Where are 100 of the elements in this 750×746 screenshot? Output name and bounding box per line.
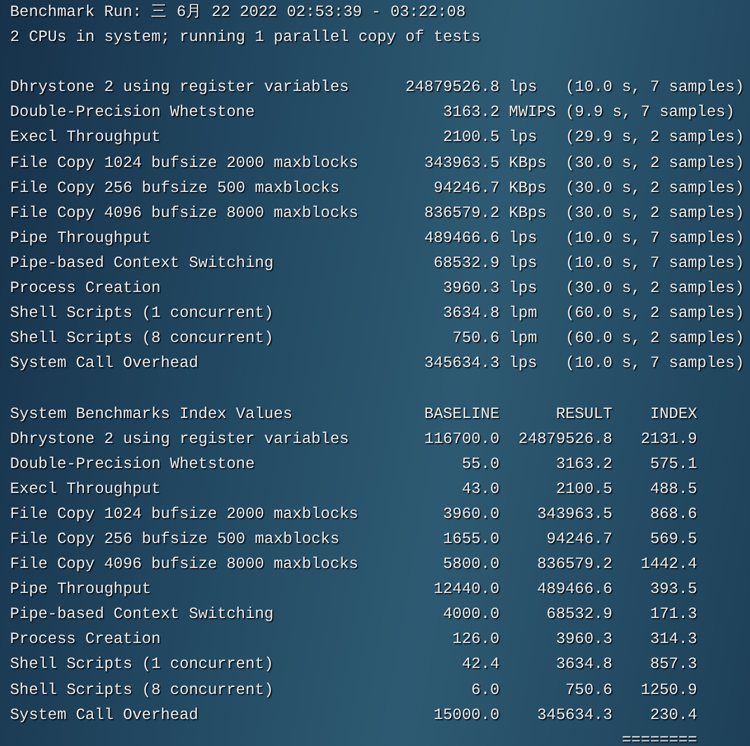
- test-name: Dhrystone 2 using register variables: [10, 77, 349, 98]
- result-value: 2100.5: [556, 478, 612, 500]
- baseline-value: 4000.0: [443, 604, 500, 626]
- unit-label: KBps: [508, 202, 547, 224]
- section-title: System Benchmarks Index Values: [10, 404, 292, 424]
- result-value: 343963.5: [537, 504, 612, 525]
- score-value: 94246.7: [434, 178, 500, 199]
- run-detail: (30.0 s, 2 samples): [565, 152, 744, 174]
- terminal-line: Benchmark Run: 三 6月 22 2022 02:53:39 - 03:22:08: [10, 2, 466, 23]
- result-value: 489466.6: [537, 579, 612, 600]
- run-detail: (60.0 s, 2 samples): [565, 303, 744, 324]
- run-detail: (30.0 s, 2 samples): [565, 278, 744, 300]
- baseline-value: 12440.0: [434, 579, 500, 600]
- result-value: 3163.2: [556, 454, 612, 475]
- test-name: File Copy 1024 bufsize 2000 maxblocks: [10, 504, 358, 525]
- index-value: 393.5: [650, 579, 698, 600]
- index-value: 569.5: [650, 528, 698, 550]
- baseline-value: 15000.0: [434, 704, 500, 726]
- test-name: File Copy 256 bufsize 500 maxblocks: [10, 528, 340, 550]
- run-detail: (10.0 s, 7 samples): [565, 77, 744, 98]
- terminal-line: 2 CPUs in system; running 1 parallel copy of tests: [10, 27, 481, 48]
- run-detail: (9.9 s, 7 samples): [565, 102, 735, 124]
- test-name: Pipe-based Context Switching: [10, 604, 274, 626]
- column-header: INDEX: [650, 404, 698, 424]
- index-value: 857.3: [650, 654, 698, 676]
- result-value: 94246.7: [546, 528, 612, 550]
- index-value: 314.3: [650, 629, 698, 650]
- baseline-value: 3960.0: [443, 504, 500, 525]
- test-name: Pipe-based Context Switching: [10, 252, 274, 274]
- test-name: File Copy 256 bufsize 500 maxblocks: [10, 178, 340, 199]
- unit-label: lps: [508, 127, 538, 148]
- unit-label: KBps: [508, 152, 547, 174]
- run-detail: (60.0 s, 2 samples): [565, 328, 744, 350]
- baseline-value: 42.4: [462, 654, 500, 676]
- test-name: Pipe Throughput: [10, 579, 152, 600]
- score-value: 68532.9: [434, 252, 500, 274]
- run-detail: (30.0 s, 2 samples): [565, 202, 744, 224]
- test-name: File Copy 4096 bufsize 8000 maxblocks: [10, 202, 358, 224]
- result-value: 3960.3: [556, 629, 612, 650]
- unit-label: lps: [508, 353, 538, 374]
- unit-label: lps: [508, 77, 538, 98]
- test-name: Shell Scripts (8 concurrent): [10, 680, 274, 701]
- test-name: File Copy 1024 bufsize 2000 maxblocks: [10, 152, 358, 174]
- index-value: 868.6: [650, 504, 698, 525]
- baseline-value: 1655.0: [443, 528, 500, 550]
- index-value: 1250.9: [640, 680, 698, 701]
- unit-label: lpm: [508, 303, 538, 324]
- score-value: 3163.2: [443, 102, 500, 124]
- index-value: 171.3: [650, 604, 698, 626]
- test-name: Dhrystone 2 using register variables: [10, 428, 349, 450]
- result-value: 345634.3: [537, 704, 612, 726]
- score-value: 2100.5: [443, 127, 500, 148]
- score-value: 343963.5: [424, 152, 500, 174]
- baseline-value: 126.0: [452, 629, 500, 650]
- run-detail: (10.0 s, 7 samples): [565, 252, 744, 274]
- result-value: 750.6: [565, 680, 612, 701]
- index-value: 2131.9: [640, 428, 698, 450]
- baseline-value: 5800.0: [443, 554, 500, 576]
- score-value: 750.6: [452, 328, 500, 350]
- run-detail: (10.0 s, 7 samples): [565, 353, 744, 374]
- separator-rule: ========: [622, 730, 698, 746]
- test-name: Process Creation: [10, 278, 161, 300]
- score-value: 836579.2: [424, 202, 500, 224]
- score-value: 345634.3: [424, 353, 500, 374]
- score-value: 24879526.8: [405, 77, 500, 98]
- test-name: Shell Scripts (8 concurrent): [10, 328, 274, 350]
- test-name: Execl Throughput: [10, 127, 161, 148]
- test-name: System Call Overhead: [10, 704, 198, 726]
- index-value: 488.5: [650, 478, 698, 500]
- score-value: 3960.3: [443, 278, 500, 300]
- run-detail: (30.0 s, 2 samples): [565, 178, 744, 199]
- index-value: 230.4: [650, 704, 698, 726]
- test-name: System Call Overhead: [10, 353, 198, 374]
- result-value: 24879526.8: [518, 428, 612, 450]
- score-value: 3634.8: [443, 303, 500, 324]
- result-value: 68532.9: [546, 604, 612, 626]
- test-name: Execl Throughput: [10, 478, 161, 500]
- test-name: Double-Precision Whetstone: [10, 454, 255, 475]
- test-name: Shell Scripts (1 concurrent): [10, 654, 274, 676]
- result-value: 836579.2: [537, 554, 612, 576]
- index-value: 1442.4: [640, 554, 698, 576]
- score-value: 489466.6: [424, 228, 500, 249]
- unit-label: lpm: [508, 328, 538, 350]
- unit-label: lps: [508, 278, 538, 300]
- column-header: BASELINE: [424, 404, 500, 424]
- run-detail: (29.9 s, 2 samples): [565, 127, 744, 148]
- baseline-value: 6.0: [471, 680, 500, 701]
- baseline-value: 116700.0: [424, 428, 500, 450]
- test-name: Process Creation: [10, 629, 161, 650]
- test-name: File Copy 4096 bufsize 8000 maxblocks: [10, 554, 358, 576]
- test-name: Pipe Throughput: [10, 228, 152, 249]
- test-name: Shell Scripts (1 concurrent): [10, 303, 274, 324]
- result-value: 3634.8: [556, 654, 612, 676]
- unit-label: MWIPS: [508, 102, 556, 124]
- test-name: Double-Precision Whetstone: [10, 102, 255, 124]
- column-header: RESULT: [556, 404, 612, 424]
- unit-label: lps: [508, 228, 538, 249]
- unit-label: lps: [508, 252, 538, 274]
- unit-label: KBps: [508, 178, 547, 199]
- run-detail: (10.0 s, 7 samples): [565, 228, 744, 249]
